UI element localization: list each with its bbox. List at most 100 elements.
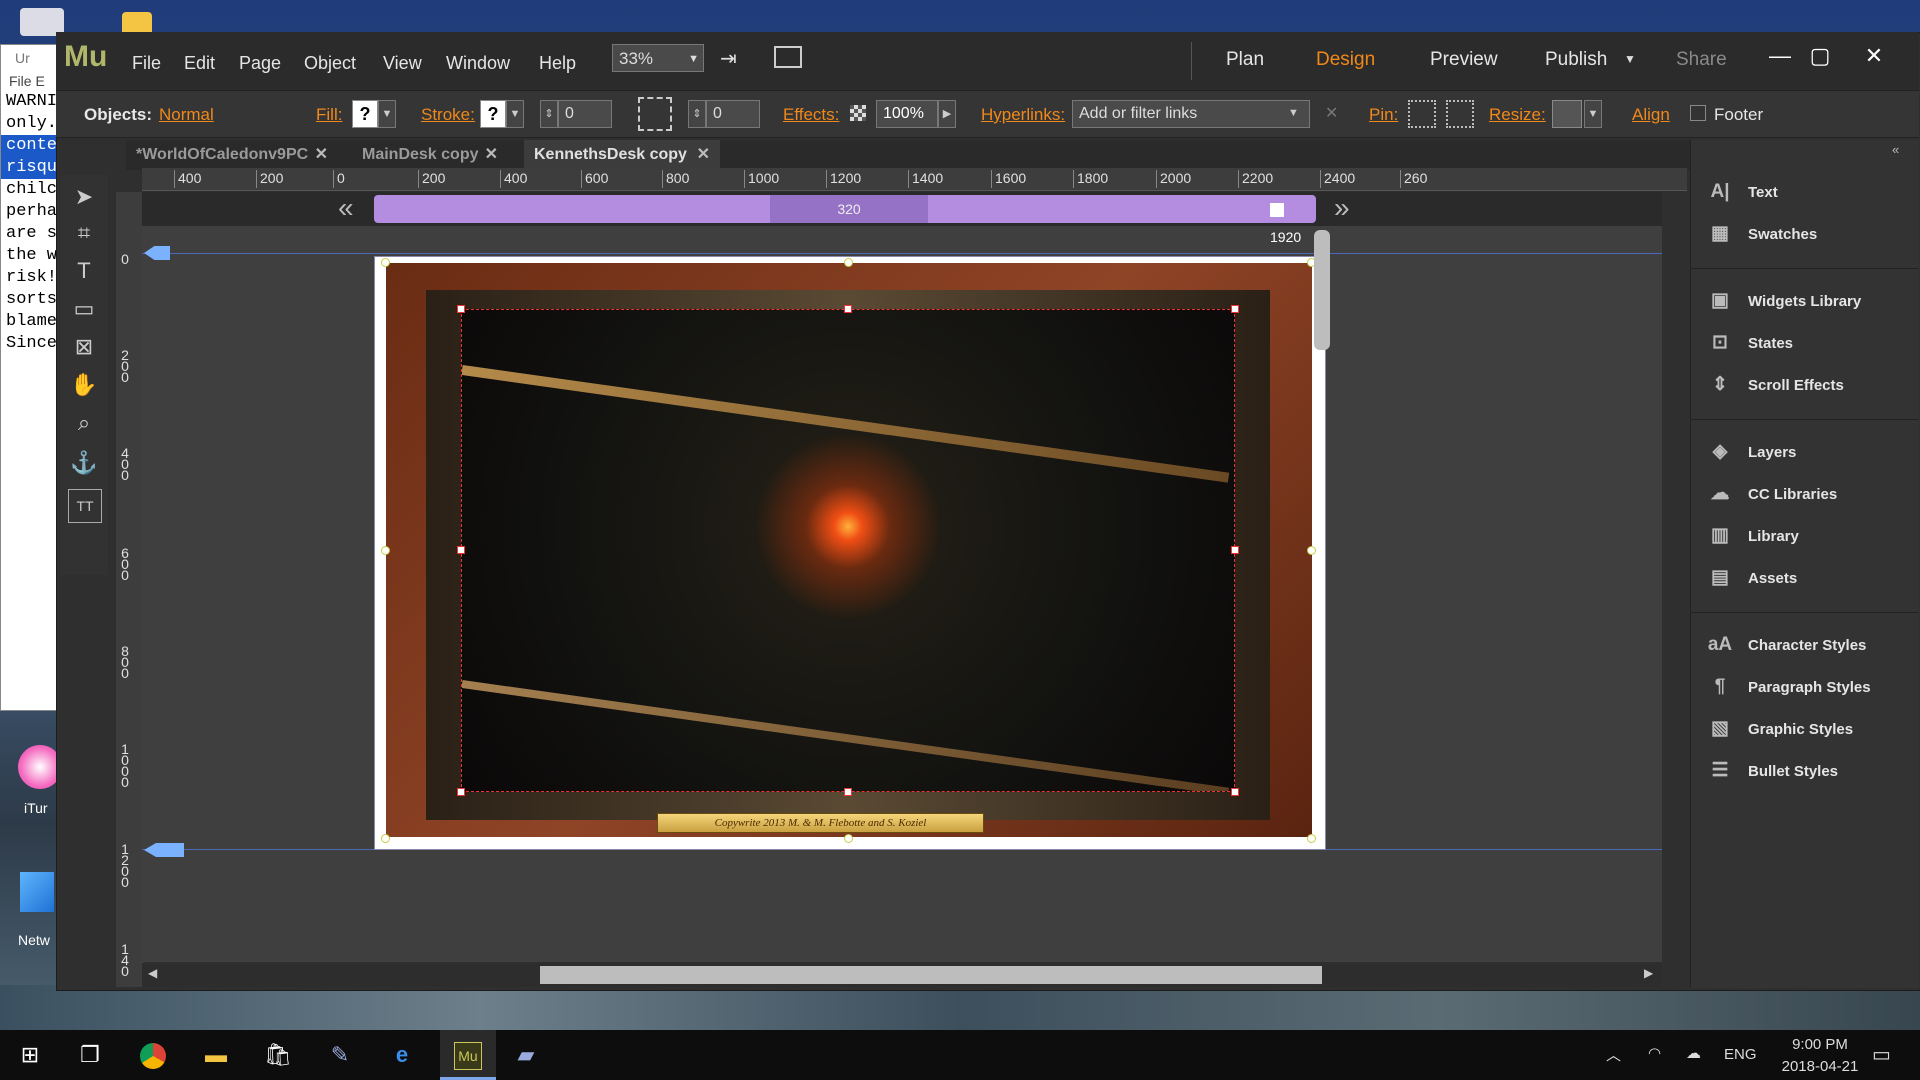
breakpoint-next-icon[interactable]: » [1334, 192, 1350, 224]
wifi-icon[interactable]: ◠ [1648, 1044, 1661, 1062]
breakpoint-1920[interactable]: 1920 [1270, 195, 1320, 245]
resize-handle[interactable] [457, 305, 465, 313]
text-line[interactable]: risqu [1, 157, 56, 179]
fill-label[interactable]: Fill: [316, 105, 342, 125]
text-line[interactable]: WARNI [1, 91, 56, 113]
footer-checkbox[interactable] [1690, 105, 1706, 121]
image-frame-tool-icon[interactable]: ⊠ [68, 331, 100, 363]
selection-tool-icon[interactable]: ➤ [68, 181, 100, 213]
scroll-left-icon[interactable]: ◀ [148, 966, 157, 980]
group-handle[interactable] [844, 834, 853, 843]
resize-chevron-icon[interactable]: ▼ [1584, 100, 1602, 128]
text-line[interactable]: only. [1, 113, 56, 135]
objects-state-link[interactable]: Normal [159, 105, 214, 125]
resize-handle[interactable] [1231, 546, 1239, 554]
breakpoint-320[interactable]: 320 [770, 195, 928, 223]
menu-file[interactable]: File [132, 51, 161, 75]
resize-handle[interactable] [844, 305, 852, 313]
panel-library[interactable]: ▥ Library [1706, 521, 1799, 551]
text-line[interactable]: perha [1, 201, 56, 223]
text-line[interactable]: sorts [1, 289, 56, 311]
text-line[interactable]: are s [1, 223, 56, 245]
stroke-label[interactable]: Stroke: [421, 105, 475, 125]
panel-states[interactable]: ⊡ States [1706, 328, 1793, 358]
menu-edit[interactable]: Edit [184, 51, 215, 75]
notification-icon[interactable]: ▭ [1872, 1042, 1891, 1067]
anchor-tool-icon[interactable]: ⚓ [68, 447, 100, 479]
corner-stepper-icon[interactable]: ⇕ [688, 100, 706, 128]
header-guide[interactable] [142, 253, 1662, 254]
stroke-swatch[interactable]: ? [480, 100, 506, 128]
tab-close-icon[interactable]: ✕ [485, 140, 498, 170]
publish-button[interactable]: Publish [1545, 49, 1607, 71]
tray-chevron-icon[interactable]: ︿ [1606, 1044, 1621, 1065]
background-text-window[interactable]: Ur File E WARNI only. conte risqu chilc perha… [0, 44, 57, 711]
tab-worldofcaledon[interactable]: *WorldOfCaledonv9PC ✕ [126, 140, 338, 170]
store-icon[interactable]: 🛍 [258, 1038, 298, 1072]
internet-explorer-icon[interactable]: e [382, 1038, 422, 1072]
align-label[interactable]: Align [1632, 105, 1670, 125]
tab-close-icon[interactable]: ✕ [697, 140, 710, 170]
panel-widgets[interactable]: ▣ Widgets Library [1706, 286, 1861, 316]
horizontal-scroll-thumb[interactable] [540, 966, 1322, 984]
effects-label[interactable]: Effects: [783, 105, 839, 125]
publish-chevron-icon[interactable]: ▼ [1624, 52, 1636, 66]
tab-maindesk[interactable]: MainDesk copy ✕ [352, 140, 508, 170]
task-view-icon[interactable]: ❐ [70, 1038, 110, 1072]
pin-grid-icon[interactable] [1408, 100, 1436, 128]
group-handle[interactable] [381, 834, 390, 843]
group-handle[interactable] [381, 546, 390, 555]
hyperlinks-chevron-icon[interactable]: ▼ [1288, 107, 1299, 119]
notepad-taskbar-icon[interactable]: ▰ [506, 1038, 546, 1072]
group-handle[interactable] [1307, 834, 1316, 843]
group-handle[interactable] [1307, 546, 1316, 555]
corner-radius-icon[interactable] [638, 97, 672, 131]
group-handle[interactable] [844, 258, 853, 267]
resize-handle[interactable] [1231, 305, 1239, 313]
mode-plan[interactable]: Plan [1226, 49, 1264, 71]
resize-handle[interactable] [844, 788, 852, 796]
opacity-arrow-icon[interactable]: ▶ [938, 100, 956, 128]
pin-browser-icon[interactable] [1446, 100, 1474, 128]
language-indicator[interactable]: ENG [1724, 1046, 1757, 1063]
resize-mode-icon[interactable] [1552, 100, 1582, 128]
menu-object[interactable]: Object [304, 51, 356, 75]
selected-image[interactable] [461, 309, 1235, 792]
pin-label[interactable]: Pin: [1369, 105, 1398, 125]
tab-close-icon[interactable]: ✕ [315, 140, 328, 170]
onedrive-icon[interactable]: ☁ [1686, 1044, 1701, 1062]
resize-label[interactable]: Resize: [1489, 105, 1546, 125]
crop-tool-icon[interactable]: ⌗ [68, 217, 100, 249]
file-explorer-icon[interactable]: ▬ [196, 1038, 236, 1072]
text-line[interactable]: conte [1, 135, 56, 157]
background-window-text[interactable]: WARNI only. conte risqu chilc perha are s the w… [1, 91, 56, 355]
stroke-chevron-icon[interactable]: ▼ [506, 100, 524, 128]
panel-scroll-effects[interactable]: ⇕ Scroll Effects [1706, 370, 1844, 400]
mode-preview[interactable]: Preview [1430, 49, 1498, 71]
group-handle[interactable] [381, 258, 390, 267]
hyperlinks-field[interactable]: Add or filter links [1072, 100, 1310, 128]
text-line[interactable]: risk! [1, 267, 56, 289]
menu-page[interactable]: Page [239, 51, 281, 75]
minimize-icon[interactable]: — [1758, 36, 1802, 76]
menu-help[interactable]: Help [539, 51, 576, 75]
menu-view[interactable]: View [383, 51, 422, 75]
collapse-panels-icon[interactable]: « [1892, 142, 1899, 157]
clock-time[interactable]: 9:00 PM [1780, 1036, 1860, 1053]
muse-taskbar-icon[interactable]: Mu [440, 1030, 496, 1080]
stroke-stepper-icon[interactable]: ⇕ [540, 100, 558, 128]
mode-design[interactable]: Design [1316, 49, 1375, 71]
zoom-dropdown[interactable]: 33% ▼ [612, 44, 704, 72]
pen-app-icon[interactable]: ✎ [320, 1038, 360, 1072]
network-icon[interactable] [20, 872, 54, 912]
panel-assets[interactable]: ▤ Assets [1706, 563, 1797, 593]
menu-window[interactable]: Window [446, 51, 510, 75]
resize-handle[interactable] [457, 788, 465, 796]
tab-kennethsdesk[interactable]: KennethsDesk copy ✕ [524, 140, 720, 170]
zoom-tool-icon[interactable]: ⌕ [68, 407, 100, 439]
text-line[interactable]: chilc [1, 179, 56, 201]
hyperlinks-label[interactable]: Hyperlinks: [981, 105, 1065, 125]
maximize-icon[interactable]: ▢ [1798, 36, 1842, 76]
share-button[interactable]: Share [1676, 49, 1727, 71]
scroll-right-icon[interactable]: ▶ [1644, 966, 1653, 980]
